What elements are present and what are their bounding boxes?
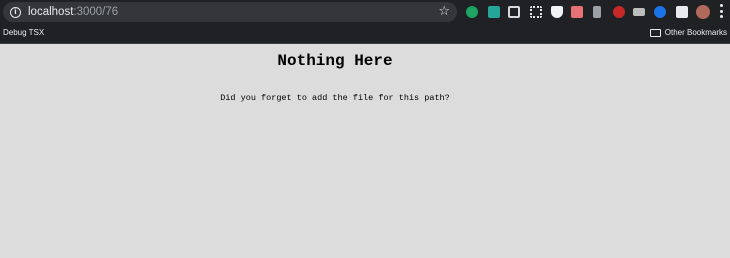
page-title: Nothing Here xyxy=(277,52,393,70)
other-bookmarks-label: Other Bookmarks xyxy=(664,28,727,37)
ext-blue-icon[interactable] xyxy=(654,6,666,18)
folder-icon xyxy=(649,29,661,37)
ext-bookmark-icon[interactable] xyxy=(593,6,601,18)
ext-screen-icon[interactable] xyxy=(508,6,520,18)
page-message: Did you forget to add the file for this … xyxy=(220,93,450,103)
page-content: Nothing Here Did you forget to add the f… xyxy=(0,45,730,258)
ext-hat-icon[interactable] xyxy=(633,8,645,16)
browser-toolbar: i localhost:3000/76 ☆ xyxy=(0,0,730,24)
ext-teal-icon[interactable] xyxy=(488,6,500,18)
info-icon[interactable]: i xyxy=(10,6,21,18)
ext-green-icon[interactable] xyxy=(466,6,478,18)
ext-puzzle-icon[interactable] xyxy=(676,6,688,18)
bookmarks-bar: Debug TSX Other Bookmarks xyxy=(0,24,730,44)
url-path: :3000/76 xyxy=(73,6,119,18)
ext-shield-icon[interactable] xyxy=(551,6,563,18)
vertical-dots-icon[interactable] xyxy=(719,4,723,18)
star-icon[interactable]: ☆ xyxy=(438,2,450,22)
other-bookmarks[interactable]: Other Bookmarks xyxy=(649,24,727,42)
ext-grid-icon[interactable] xyxy=(571,6,583,18)
ext-spy-icon[interactable] xyxy=(613,6,625,18)
ext-ninja-icon[interactable] xyxy=(530,6,542,18)
profile-avatar[interactable] xyxy=(696,5,710,19)
bookmark-debug-tsx[interactable]: Debug TSX xyxy=(3,24,44,42)
url-text[interactable]: localhost:3000/76 xyxy=(28,2,118,22)
url-host: localhost xyxy=(28,6,74,18)
address-bar[interactable]: i localhost:3000/76 ☆ xyxy=(3,2,457,22)
